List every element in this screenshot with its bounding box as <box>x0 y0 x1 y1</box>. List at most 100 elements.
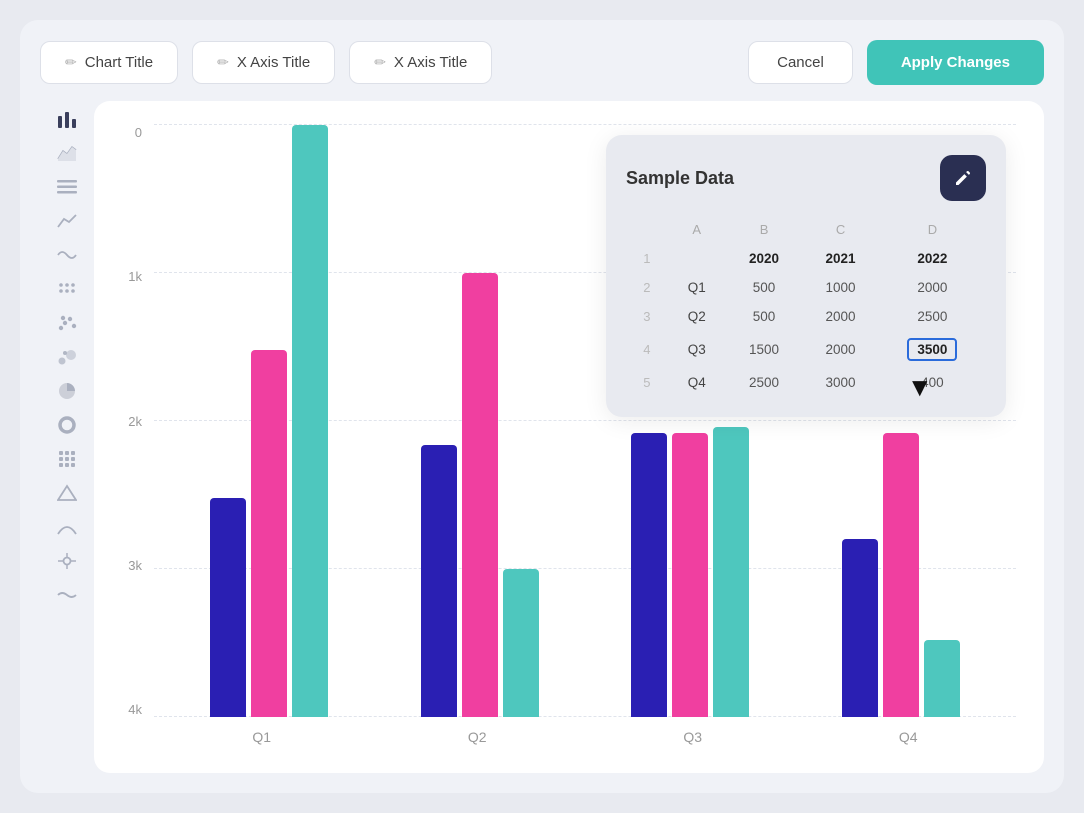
cell-r3-num: 3 <box>626 302 668 331</box>
cell-r2-b: 500 <box>726 273 803 302</box>
bar-q4-blue <box>842 539 878 717</box>
cell-r5-c: 3000 <box>802 368 879 397</box>
edit-icon-xaxis2: ✏ <box>374 54 386 71</box>
x-label-q4: Q4 <box>801 721 1017 757</box>
cursor-arrow-icon: ▼ <box>907 372 933 403</box>
x-axis-title-button-1[interactable]: ✏ X Axis Title <box>192 41 335 84</box>
wave-chart-icon[interactable] <box>50 241 84 269</box>
bar-q3-blue <box>631 433 667 717</box>
cell-r5-num: 5 <box>626 368 668 397</box>
bar-q4-teal <box>924 640 960 717</box>
cell-r3-d: 2500 <box>879 302 986 331</box>
chart-inner: 4k 3k 2k 1k 0 <box>110 125 1016 757</box>
cell-r1-num: 1 <box>626 244 668 273</box>
cell-r4-d[interactable]: 3500 <box>879 331 986 368</box>
table-row: 2 Q1 500 1000 2000 <box>626 273 986 302</box>
ring-icon[interactable] <box>50 411 84 439</box>
col-header-a: A <box>668 215 726 244</box>
chart-title-button[interactable]: ✏ Chart Title <box>40 41 178 84</box>
cell-r4-num: 4 <box>626 331 668 368</box>
bar-q3-teal <box>713 427 749 717</box>
area-chart-icon[interactable] <box>50 139 84 167</box>
y-label-3k: 3k <box>128 558 142 573</box>
bar-group-q2 <box>375 125 586 717</box>
arc-icon[interactable] <box>50 513 84 541</box>
line-chart-icon[interactable] <box>50 207 84 235</box>
main-container: ✏ Chart Title ✏ X Axis Title ✏ X Axis Ti… <box>20 20 1064 793</box>
cell-r5-d: 400 ▼ <box>879 368 986 397</box>
popup-title: Sample Data <box>626 168 734 189</box>
bar-q1-pink <box>251 350 287 717</box>
cell-r5-a: Q4 <box>668 368 726 397</box>
apply-changes-button[interactable]: Apply Changes <box>867 40 1044 85</box>
cell-r1-a <box>668 244 726 273</box>
table-row: 3 Q2 500 2000 2500 <box>626 302 986 331</box>
triangle-icon[interactable] <box>50 479 84 507</box>
highlighted-cell-3500[interactable]: 3500 <box>907 338 957 361</box>
content-area: 4k 3k 2k 1k 0 <box>40 101 1044 773</box>
y-axis-labels: 4k 3k 2k 1k 0 <box>110 125 150 717</box>
bar-q4-pink <box>883 433 919 717</box>
apply-label: Apply Changes <box>901 54 1010 71</box>
toolbar: ✏ Chart Title ✏ X Axis Title ✏ X Axis Ti… <box>40 40 1044 85</box>
table-row: 1 2020 2021 2022 <box>626 244 986 273</box>
more-icon[interactable] <box>50 581 84 609</box>
bubble-icon[interactable] <box>50 343 84 371</box>
table-row: 5 Q4 2500 3000 400 ▼ <box>626 368 986 397</box>
dots-grid-icon[interactable] <box>50 275 84 303</box>
cell-r4-c: 2000 <box>802 331 879 368</box>
bar-q2-pink <box>462 273 498 717</box>
y-label-2k: 2k <box>128 414 142 429</box>
bar-q3-pink <box>672 433 708 717</box>
cell-r3-b: 500 <box>726 302 803 331</box>
bar-q2-teal <box>503 569 539 717</box>
y-label-0: 0 <box>135 125 142 140</box>
scatter-icon[interactable] <box>50 309 84 337</box>
cell-r2-d: 2000 <box>879 273 986 302</box>
chart-area: 4k 3k 2k 1k 0 <box>94 101 1044 773</box>
list-icon[interactable] <box>50 173 84 201</box>
col-header-rownum <box>626 215 668 244</box>
col-header-c: C <box>802 215 879 244</box>
cell-r5-b: 2500 <box>726 368 803 397</box>
cell-r2-c: 1000 <box>802 273 879 302</box>
grid-dots-icon[interactable] <box>50 445 84 473</box>
x-label-q2: Q2 <box>370 721 586 757</box>
x-label-q3: Q3 <box>585 721 801 757</box>
popup-header: Sample Data <box>626 155 986 201</box>
pie-icon[interactable] <box>50 377 84 405</box>
x-axis-title-label-1: X Axis Title <box>237 54 310 71</box>
bar-q2-blue <box>421 445 457 717</box>
chart-title-label: Chart Title <box>85 54 153 71</box>
x-label-q1: Q1 <box>154 721 370 757</box>
col-header-b: B <box>726 215 803 244</box>
cell-r3-a: Q2 <box>668 302 726 331</box>
data-table: A B C D 1 2020 2021 <box>626 215 986 397</box>
node-icon[interactable] <box>50 547 84 575</box>
cell-r1-d: 2022 <box>879 244 986 273</box>
sample-data-popup: Sample Data A B C D <box>606 135 1006 417</box>
cancel-button[interactable]: Cancel <box>748 41 853 84</box>
x-axis-labels: Q1 Q2 Q3 Q4 <box>154 721 1016 757</box>
col-header-d: D <box>879 215 986 244</box>
sidebar <box>40 101 94 773</box>
bar-q1-teal <box>292 125 328 717</box>
table-header-row: A B C D <box>626 215 986 244</box>
cell-r2-a: Q1 <box>668 273 726 302</box>
cancel-label: Cancel <box>777 54 824 71</box>
cell-r1-b: 2020 <box>726 244 803 273</box>
cell-r1-c: 2021 <box>802 244 879 273</box>
bar-chart-icon[interactable] <box>50 105 84 133</box>
cell-r4-b: 1500 <box>726 331 803 368</box>
bar-group-q1 <box>164 125 375 717</box>
y-label-4k: 4k <box>128 702 142 717</box>
x-axis-title-label-2: X Axis Title <box>394 54 467 71</box>
edit-data-button[interactable] <box>940 155 986 201</box>
edit-icon-chart: ✏ <box>65 54 77 71</box>
cell-r3-c: 2000 <box>802 302 879 331</box>
cell-r4-a: Q3 <box>668 331 726 368</box>
edit-icon-xaxis1: ✏ <box>217 54 229 71</box>
y-label-1k: 1k <box>128 269 142 284</box>
bar-q1-blue <box>210 498 246 717</box>
x-axis-title-button-2[interactable]: ✏ X Axis Title <box>349 41 492 84</box>
